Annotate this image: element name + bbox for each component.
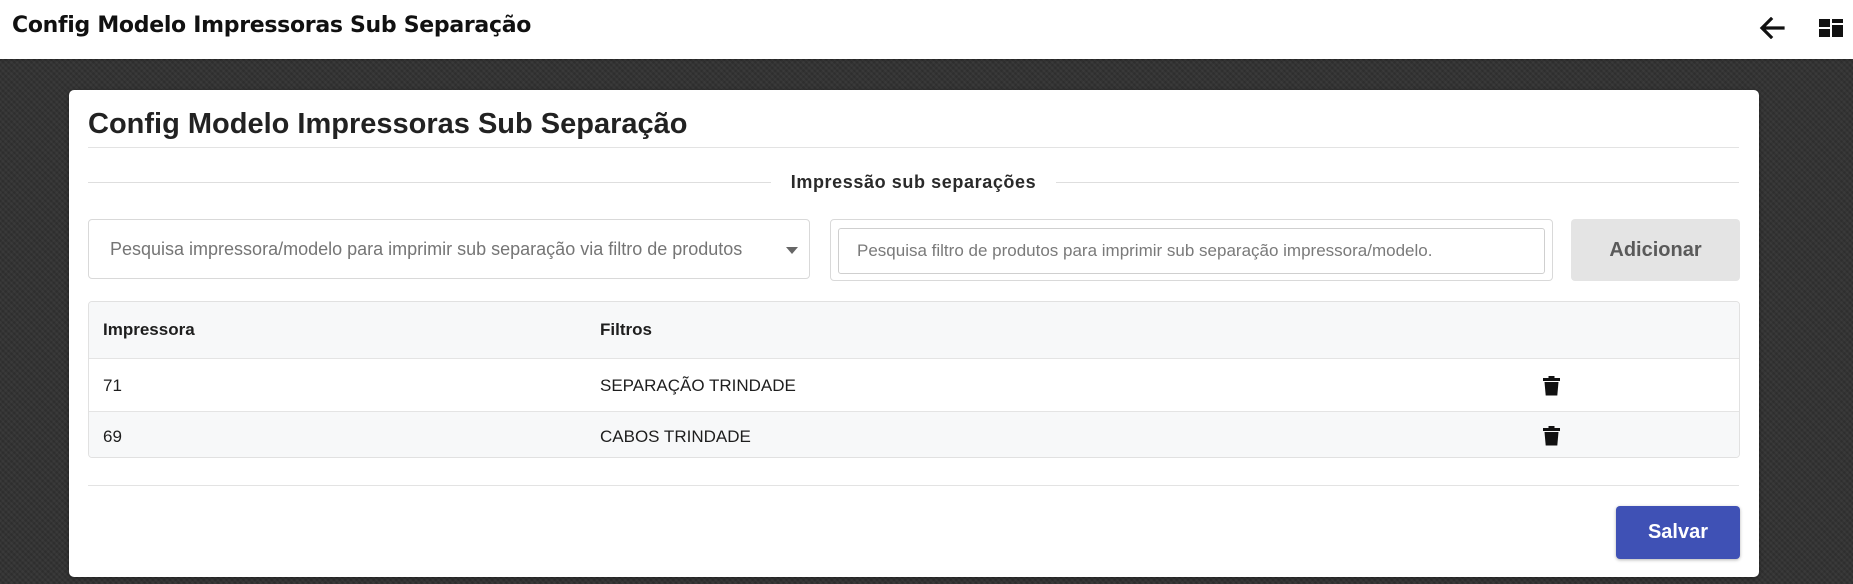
trash-icon [1542, 376, 1560, 396]
product-filter-field [830, 219, 1553, 281]
cell-impressora: 71 [103, 376, 122, 395]
table-header: Impressora Filtros [89, 302, 1739, 359]
app-title: Config Modelo Impressoras Sub Separação [12, 13, 532, 38]
back-button[interactable] [1754, 12, 1790, 44]
table-row: 71 SEPARAÇÃO TRINDADE [89, 359, 1739, 412]
printer-model-select-placeholder: Pesquisa impressora/modelo para imprimir… [110, 239, 743, 259]
caret-down-icon [786, 247, 798, 254]
printer-model-select[interactable]: Pesquisa impressora/modelo para imprimir… [88, 219, 810, 279]
title-divider [88, 147, 1739, 148]
section-divider: Impressão sub separações [88, 162, 1739, 202]
product-filter-input[interactable] [838, 228, 1545, 274]
divider-line-left [88, 181, 771, 183]
cell-filtros: CABOS TRINDADE [600, 427, 751, 446]
arrow-left-icon [1759, 17, 1785, 39]
trash-icon [1542, 426, 1560, 446]
dashboard-button[interactable] [1813, 12, 1849, 44]
divider-line-right [1056, 181, 1739, 183]
column-header-filtros: Filtros [600, 320, 652, 339]
footer-divider [88, 485, 1739, 486]
dashboard-grid-icon [1819, 19, 1843, 37]
cell-impressora: 69 [103, 427, 122, 446]
page-title: Config Modelo Impressoras Sub Separação [88, 108, 688, 140]
section-label: Impressão sub separações [790, 171, 1037, 192]
config-card: Config Modelo Impressoras Sub Separação … [69, 90, 1759, 577]
top-bar: Config Modelo Impressoras Sub Separação [0, 0, 1853, 59]
table-row: 69 CABOS TRINDADE [89, 412, 1739, 457]
printer-filter-table: Impressora Filtros 71 SEPARAÇÃO TRINDADE… [88, 301, 1740, 458]
save-button[interactable]: Salvar [1616, 506, 1740, 559]
delete-row-button[interactable] [1540, 375, 1562, 397]
add-button[interactable]: Adicionar [1571, 219, 1740, 281]
column-header-impressora: Impressora [103, 320, 195, 339]
cell-filtros: SEPARAÇÃO TRINDADE [600, 376, 796, 395]
delete-row-button[interactable] [1540, 425, 1562, 447]
